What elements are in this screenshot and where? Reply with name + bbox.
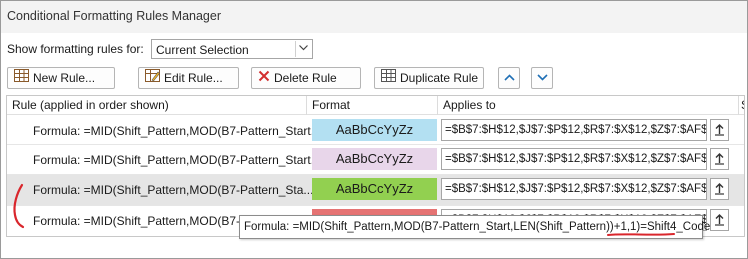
column-header-format[interactable]: Format <box>312 98 350 112</box>
rule-row-selected[interactable]: Formula: =MID(Shift_Pattern,MOD(B7-Patte… <box>7 175 744 205</box>
collapse-range-button[interactable] <box>710 178 729 200</box>
rule-row[interactable]: Formula: =MID(Shift_Pattern,MOD(B7-Patte… <box>7 116 744 146</box>
column-header-applies-to[interactable]: Applies to <box>443 98 496 112</box>
tooltip-formula-text: Formula: =MID(Shift_Pattern,MOD(B7-Patte… <box>244 221 647 233</box>
annotation-bracket-mark <box>13 183 25 229</box>
delete-x-icon <box>258 68 270 88</box>
chevron-down-icon <box>295 41 311 57</box>
chevron-up-icon <box>503 74 515 81</box>
format-preview: AaBbCcYyZz <box>312 148 437 170</box>
duplicate-rule-label: Duplicate Rule <box>400 71 479 85</box>
applies-to-field[interactable]: =$B$7:$H$12,$J$7:$P$12,$R$7:$X$12,$Z$7:$… <box>441 119 707 141</box>
delete-rule-button[interactable]: Delete Rule <box>251 67 361 89</box>
duplicate-rule-button[interactable]: Duplicate Rule <box>374 67 484 89</box>
collapse-range-button[interactable] <box>710 119 729 141</box>
range-selector-icon <box>715 183 724 195</box>
rule-formula: Formula: =MID(Shift_Pattern,MOD(B7-Patte… <box>33 153 321 167</box>
conditional-formatting-dialog: Conditional Formatting Rules Manager Sho… <box>0 0 748 259</box>
rule-row[interactable]: Formula: =MID(Shift_Pattern,MOD(B7-Patte… <box>7 145 744 175</box>
edit-rule-button[interactable]: Edit Rule... <box>138 67 239 89</box>
show-rules-select[interactable]: Current Selection <box>151 39 313 59</box>
range-selector-icon <box>715 214 724 226</box>
move-up-button[interactable] <box>498 67 520 89</box>
move-down-button[interactable] <box>531 67 553 89</box>
edit-table-icon <box>145 68 160 88</box>
edit-rule-label: Edit Rule... <box>164 71 223 85</box>
show-rules-label: Show formatting rules for: <box>7 42 144 56</box>
delete-rule-label: Delete Rule <box>274 71 337 85</box>
show-rules-selected-value: Current Selection <box>156 43 249 57</box>
format-preview: AaBbCcYyZz <box>312 178 437 200</box>
table-grid-icon <box>14 68 29 88</box>
format-preview: AaBbCcYyZz <box>312 119 437 141</box>
new-rule-label: New Rule... <box>33 71 96 85</box>
range-selector-icon <box>715 124 724 136</box>
rule-formula: Formula: =MID(Shift_Pattern,MOD(B7-Patte… <box>33 124 321 138</box>
applies-to-field[interactable]: =$B$7:$H$12,$J$7:$P$12,$R$7:$X$12,$Z$7:$… <box>441 178 707 200</box>
collapse-range-button[interactable] <box>710 148 729 170</box>
chevron-down-icon <box>536 74 548 81</box>
window-title: Conditional Formatting Rules Manager <box>1 1 747 33</box>
grid-header: Rule (applied in order shown) Format App… <box>7 96 744 115</box>
annotation-underline-mark <box>607 233 675 236</box>
new-rule-button[interactable]: New Rule... <box>7 67 115 89</box>
applies-to-field[interactable]: =$B$7:$H$12,$J$7:$P$12,$R$7:$X$12,$Z$7:$… <box>441 148 707 170</box>
range-selector-icon <box>715 153 724 165</box>
column-header-stop-if-true[interactable]: S <box>741 98 744 112</box>
collapse-range-button[interactable] <box>710 209 729 231</box>
rule-formula: Formula: =MID(Shift_Pattern,MOD(B7-Patte… <box>33 183 314 197</box>
duplicate-table-icon <box>381 68 396 88</box>
column-header-rule[interactable]: Rule (applied in order shown) <box>12 98 169 112</box>
